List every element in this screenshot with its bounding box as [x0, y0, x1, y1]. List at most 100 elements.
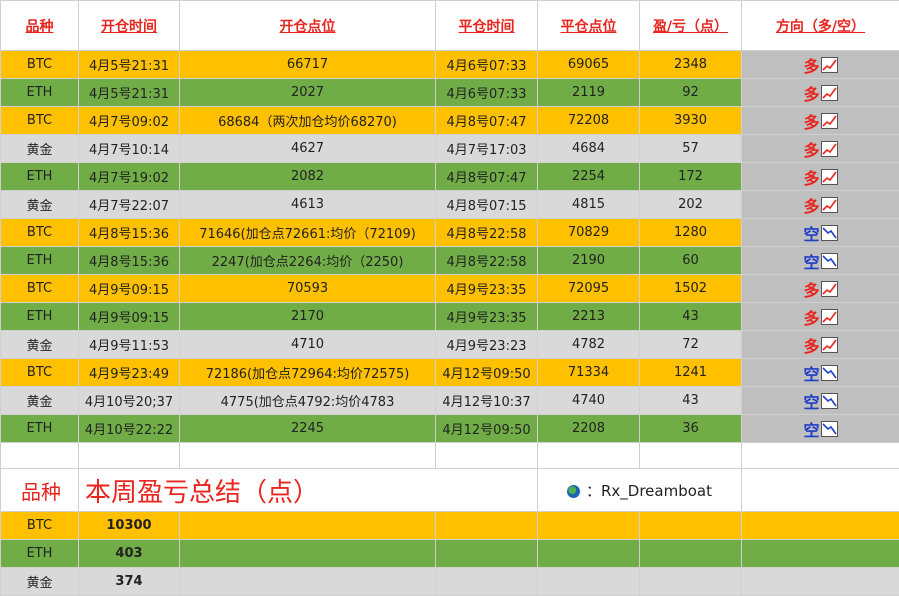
cell-direction: 多 [742, 303, 899, 331]
cell-open-time: 4月5号21:31 [79, 51, 180, 79]
header-pnl: 盈/亏（点） [640, 1, 742, 51]
cell-close-time: 4月12号09:50 [436, 415, 538, 443]
cell-open-price: 4775(加仓点4792:均价4783 [180, 387, 436, 415]
table-row: ETH4月10号22:2222454月12号09:50220836空 [1, 415, 899, 443]
direction-label: 空 [803, 417, 819, 441]
cell-close-time: 4月7号17:03 [436, 135, 538, 163]
table-row: BTC4月5号21:31667174月6号07:33690652348 多 [1, 51, 899, 79]
table-row: ETH4月9号09:1521704月9号23:35221343多 [1, 303, 899, 331]
cell-open-price: 2247(加仓点2264:均价（2250) [180, 247, 436, 275]
direction-label: 多 [803, 137, 819, 161]
cell-close-price: 69065 [538, 51, 640, 79]
table-row: BTC4月9号09:15705934月9号23:35720951502多 [1, 275, 899, 303]
cell-open-time: 4月7号10:14 [79, 135, 180, 163]
cell-close-time: 4月8号07:47 [436, 107, 538, 135]
direction-label: 空 [803, 249, 819, 273]
cell-open-time: 4月9号11:53 [79, 331, 180, 359]
table-row: 黄金4月9号11:5347104月9号23:23478272多 [1, 331, 899, 359]
chart-up-icon [821, 113, 838, 129]
cell-direction: 多 [742, 331, 899, 359]
cell-open-time: 4月9号09:15 [79, 275, 180, 303]
summary-total: 10300 [79, 512, 180, 540]
chart-up-icon [821, 197, 838, 213]
table-row: 黄金4月7号10:1446274月7号17:03468457多 [1, 135, 899, 163]
chart-up-icon [821, 281, 838, 297]
cell-close-price: 70829 [538, 219, 640, 247]
cell-open-time: 4月10号20;37 [79, 387, 180, 415]
cell-direction: 多 [742, 79, 899, 107]
summary-header-row: 品种 本周盈亏总结（点） ：Rx_Dreamboat [1, 469, 899, 512]
cell-close-time: 4月6号07:33 [436, 51, 538, 79]
cell-open-time: 4月8号15:36 [79, 219, 180, 247]
direction-label: 多 [803, 165, 819, 189]
chart-up-icon [821, 309, 838, 325]
cell-open-price: 2245 [180, 415, 436, 443]
cell-direction: 空 [742, 387, 899, 415]
summary-total: 403 [79, 540, 180, 568]
cell-direction: 多 [742, 51, 899, 79]
cell-pnl: 2348 [640, 51, 742, 79]
direction-label: 多 [803, 53, 819, 77]
cell-open-price: 2170 [180, 303, 436, 331]
cell-close-price: 4782 [538, 331, 640, 359]
summary-variety: BTC [1, 512, 79, 540]
cell-open-price: 4710 [180, 331, 436, 359]
cell-pnl: 72 [640, 331, 742, 359]
cell-close-time: 4月8号07:15 [436, 191, 538, 219]
cell-variety: 黄金 [1, 135, 79, 163]
cell-variety: ETH [1, 415, 79, 443]
cell-close-time: 4月8号07:47 [436, 163, 538, 191]
summary-row: ETH403 [1, 540, 899, 568]
cell-open-time: 4月9号23:49 [79, 359, 180, 387]
cell-open-price: 2027 [180, 79, 436, 107]
cell-variety: BTC [1, 51, 79, 79]
cell-close-price: 4815 [538, 191, 640, 219]
cell-open-time: 4月7号19:02 [79, 163, 180, 191]
cell-close-time: 4月8号22:58 [436, 219, 538, 247]
direction-label: 多 [803, 81, 819, 105]
summary-variety-label: 品种 [1, 469, 79, 512]
cell-direction: 空 [742, 219, 899, 247]
trade-table: 品种 开仓时间 开仓点位 平仓时间 平仓点位 盈/亏（点） 方向（多/空） BT… [0, 0, 899, 596]
cell-close-price: 2208 [538, 415, 640, 443]
cell-pnl: 3930 [640, 107, 742, 135]
cell-open-price: 68684（两次加仓均价68270) [180, 107, 436, 135]
cell-direction: 多 [742, 135, 899, 163]
table-row: BTC4月8号15:3671646(加仓点72661:均价（72109)4月8号… [1, 219, 899, 247]
chart-up-icon [821, 85, 838, 101]
cell-variety: ETH [1, 163, 79, 191]
chart-down-icon [821, 365, 838, 381]
table-row: 黄金4月7号22:0746134月8号07:154815202多 [1, 191, 899, 219]
cell-pnl: 1502 [640, 275, 742, 303]
cell-pnl: 43 [640, 303, 742, 331]
cell-variety: 黄金 [1, 191, 79, 219]
cell-direction: 空 [742, 415, 899, 443]
header-open-price: 开仓点位 [180, 1, 436, 51]
cell-direction: 空 [742, 247, 899, 275]
table-row: BTC4月9号23:4972186(加仓点72964:均价72575)4月12号… [1, 359, 899, 387]
cell-close-price: 4740 [538, 387, 640, 415]
summary-variety: ETH [1, 540, 79, 568]
cell-pnl: 92 [640, 79, 742, 107]
direction-label: 空 [803, 221, 819, 245]
table-row: BTC4月7号09:0268684（两次加仓均价68270)4月8号07:477… [1, 107, 899, 135]
chart-down-icon [821, 225, 838, 241]
cell-open-time: 4月10号22:22 [79, 415, 180, 443]
cell-open-time: 4月7号22:07 [79, 191, 180, 219]
cell-variety: ETH [1, 79, 79, 107]
cell-open-price: 2082 [180, 163, 436, 191]
cell-pnl: 60 [640, 247, 742, 275]
summary-row: BTC10300 [1, 512, 899, 540]
cell-variety: 黄金 [1, 387, 79, 415]
blank-row [1, 443, 899, 469]
cell-pnl: 1280 [640, 219, 742, 247]
cell-close-time: 4月8号22:58 [436, 247, 538, 275]
cell-open-time: 4月9号09:15 [79, 303, 180, 331]
cell-open-price: 66717 [180, 51, 436, 79]
header-open-time: 开仓时间 [79, 1, 180, 51]
cell-open-price: 4613 [180, 191, 436, 219]
cell-close-time: 4月9号23:23 [436, 331, 538, 359]
cell-pnl: 43 [640, 387, 742, 415]
cell-close-time: 4月6号07:33 [436, 79, 538, 107]
watermark-text: ：Rx_Dreamboat [586, 482, 712, 500]
